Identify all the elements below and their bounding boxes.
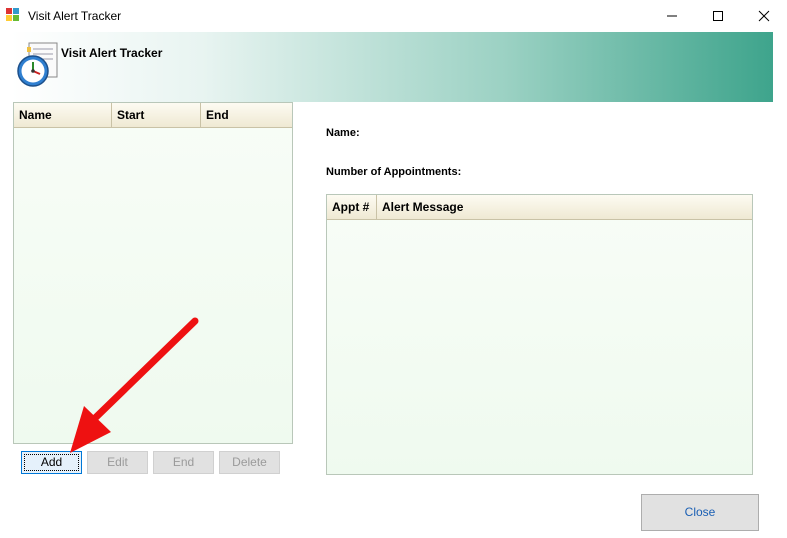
add-button[interactable]: Add <box>21 451 82 474</box>
app-icon <box>6 8 19 21</box>
header-banner: Visit Alert Tracker <box>11 32 773 102</box>
column-header-alert-message[interactable]: Alert Message <box>377 195 752 219</box>
column-header-start[interactable]: Start <box>112 103 201 127</box>
close-window-button[interactable] <box>741 0 787 32</box>
appointments-grid-header: Appt # Alert Message <box>327 195 752 220</box>
clock-calendar-icon <box>17 42 58 87</box>
maximize-icon <box>713 11 723 21</box>
title-bar: Visit Alert Tracker <box>0 0 787 32</box>
close-icon <box>758 10 770 22</box>
appointments-count-label: Number of Appointments: <box>326 166 462 178</box>
edit-button[interactable]: Edit <box>87 451 148 474</box>
window-title: Visit Alert Tracker <box>28 9 122 23</box>
minimize-button[interactable] <box>649 0 695 32</box>
visits-grid-header: Name Start End <box>14 103 292 128</box>
name-label: Name: <box>326 127 360 139</box>
maximize-button[interactable] <box>695 0 741 32</box>
column-header-name[interactable]: Name <box>14 103 112 127</box>
banner-title: Visit Alert Tracker <box>61 46 163 60</box>
delete-button[interactable]: Delete <box>219 451 280 474</box>
minimize-icon <box>667 15 677 17</box>
appointments-grid[interactable]: Appt # Alert Message <box>326 194 753 475</box>
end-button[interactable]: End <box>153 451 214 474</box>
close-button[interactable]: Close <box>641 494 759 531</box>
column-header-appt-number[interactable]: Appt # <box>327 195 377 219</box>
column-header-end[interactable]: End <box>201 103 292 127</box>
visits-grid[interactable]: Name Start End <box>13 102 293 444</box>
